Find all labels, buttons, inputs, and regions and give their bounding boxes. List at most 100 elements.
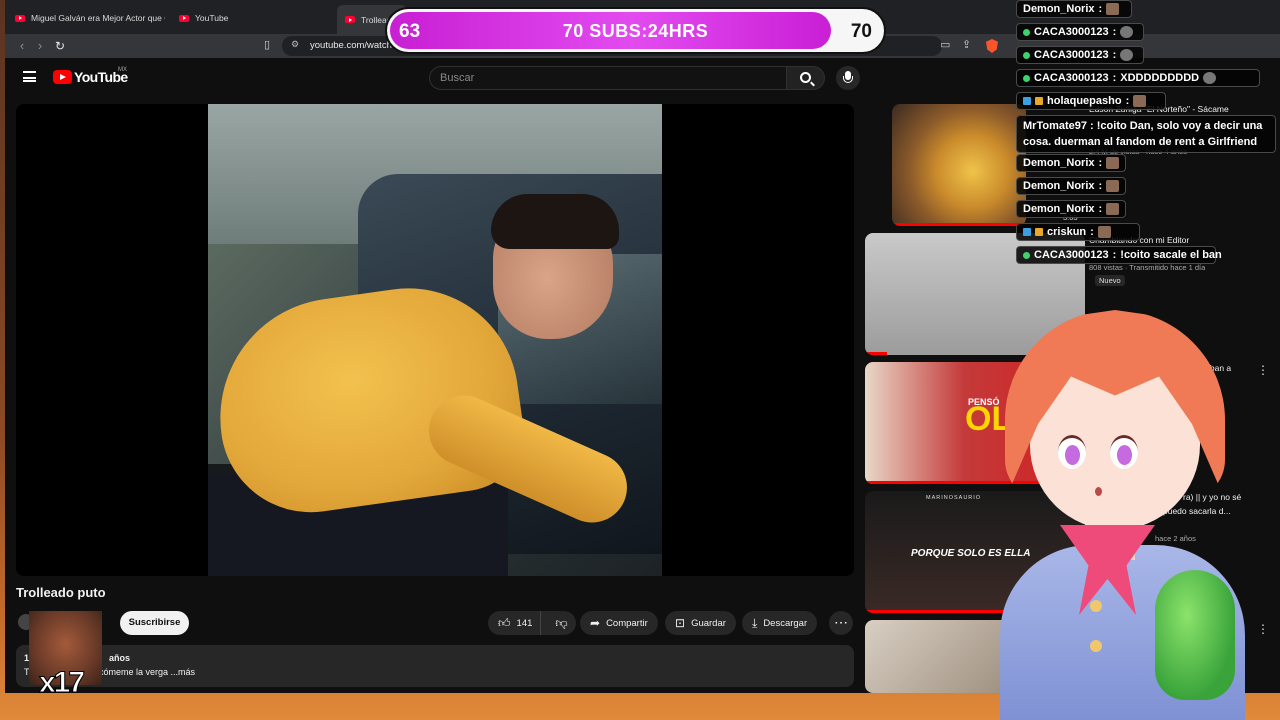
share-page-icon[interactable]: ⇪ xyxy=(962,38,971,51)
thumbs-up-icon: 👍︎ xyxy=(498,616,511,630)
back-arrow-icon[interactable]: ‹ xyxy=(13,37,31,55)
description-snippet: o cómeme la verga ...más xyxy=(91,667,196,677)
share-button[interactable]: ➦ Compartir xyxy=(580,611,658,635)
cam-multiplier-label: x17 xyxy=(38,666,85,700)
search-box[interactable] xyxy=(429,66,787,90)
description-meta-suffix: años xyxy=(109,653,131,663)
download-icon: ⤓ xyxy=(752,616,758,630)
chat-text: !coito sacale el ban xyxy=(1120,249,1222,261)
watch-progress-bar xyxy=(892,223,1026,226)
chat-message: CACA3000123: !coito sacale el ban xyxy=(1016,246,1222,264)
like-count: 141 xyxy=(516,617,533,629)
badge-icon xyxy=(1023,97,1031,105)
sub-goal-label: 70 SUBS:24HRS xyxy=(562,21,709,41)
sub-badge-icon xyxy=(1023,251,1030,259)
badge-icon xyxy=(1035,228,1043,236)
chat-username: Demon_Norix xyxy=(1023,157,1095,169)
emote-icon xyxy=(1106,3,1120,15)
brave-shield-icon[interactable] xyxy=(986,39,998,53)
avatar-mouth xyxy=(1095,487,1102,496)
site-info-icon[interactable]: ⚙ xyxy=(291,39,299,50)
subscribe-button[interactable]: Suscribirse xyxy=(120,611,189,635)
sub-goal-target: 70 xyxy=(850,21,872,42)
chat-username: criskun xyxy=(1047,226,1087,238)
emote-icon xyxy=(1097,226,1111,238)
video-title: Trolleado puto xyxy=(16,585,106,600)
youtube-favicon-icon xyxy=(345,16,355,23)
chat-username: CACA3000123 xyxy=(1034,49,1109,61)
share-arrow-icon: ➦ xyxy=(590,616,601,630)
emote-icon xyxy=(1106,203,1120,215)
thumbs-down-icon: 👎︎ xyxy=(555,615,568,630)
youtube-logo-icon[interactable] xyxy=(53,70,72,84)
tab-youtube[interactable]: YouTube xyxy=(179,7,329,29)
search-icon xyxy=(800,72,811,83)
tab-title: Miguel Galván era Mejor Actor que C xyxy=(31,13,165,23)
emote-icon xyxy=(1106,180,1120,192)
menu-icon[interactable] xyxy=(23,71,36,82)
description-box[interactable]: 1 años To cómeme la verga ...más xyxy=(16,645,854,687)
emote-icon xyxy=(1133,95,1147,107)
address-bar-url: youtube.com/watch xyxy=(310,40,392,51)
emote-icon xyxy=(1120,49,1134,61)
avatar-button xyxy=(1090,640,1102,652)
video-player[interactable] xyxy=(16,104,854,576)
chat-username: CACA3000123 xyxy=(1034,249,1109,261)
voice-search-button[interactable] xyxy=(836,66,860,90)
recommendation-thumbnail-1[interactable] xyxy=(892,104,1026,226)
person-torso xyxy=(208,274,532,524)
download-button[interactable]: ⤓ Descargar xyxy=(742,611,818,635)
share-label: Compartir xyxy=(606,617,648,629)
chat-message: CACA3000123: xyxy=(1016,23,1144,41)
save-button[interactable]: ⊡ Guardar xyxy=(665,611,736,635)
search-button[interactable] xyxy=(787,66,825,90)
chat-message: Demon_Norix: xyxy=(1016,0,1132,18)
sub-badge-icon xyxy=(1023,74,1030,82)
chat-username: Demon_Norix xyxy=(1023,3,1095,15)
person-hair xyxy=(491,194,619,249)
emote-icon xyxy=(1120,26,1134,38)
new-badge: Nuevo xyxy=(1095,275,1125,286)
avatar-button xyxy=(1090,600,1102,612)
cast-icon[interactable]: ▭ xyxy=(940,38,950,51)
dislike-button[interactable]: 👎︎ xyxy=(547,617,575,630)
bookmark-icon[interactable]: ▯ xyxy=(264,38,270,51)
more-actions-button[interactable]: ⋯ xyxy=(829,611,853,635)
chat-message: criskun: xyxy=(1016,223,1140,241)
youtube-favicon-icon xyxy=(179,14,189,22)
chat-message: Demon_Norix: xyxy=(1016,154,1126,172)
watch-progress-bar xyxy=(865,352,887,355)
region-code: MX xyxy=(118,67,127,73)
badge-icon xyxy=(1035,97,1043,105)
chat-message: MrTomate97 : !coito Dan, solo voy a deci… xyxy=(1016,115,1276,153)
sub-badge-icon xyxy=(1023,28,1030,36)
avatar-eye xyxy=(1110,435,1138,469)
tab-miguel-galvan[interactable]: Miguel Galván era Mejor Actor que C xyxy=(15,7,165,29)
chat-text: XDDDDDDDDD xyxy=(1120,72,1200,84)
download-label: Descargar xyxy=(763,617,808,629)
chat-message: Demon_Norix: xyxy=(1016,177,1126,195)
badge-icon xyxy=(1023,228,1031,236)
chat-message: Demon_Norix: xyxy=(1016,200,1126,218)
reload-icon[interactable]: ↻ xyxy=(51,37,69,55)
like-button[interactable]: 👍︎ 141 xyxy=(488,611,542,635)
emote-icon xyxy=(1106,157,1120,169)
emote-icon xyxy=(1203,72,1217,84)
forward-arrow-icon[interactable]: › xyxy=(31,37,49,55)
chat-message: holaquepasho: xyxy=(1016,92,1166,110)
save-bookmark-icon: ⊡ xyxy=(675,616,686,630)
chat-username: Demon_Norix xyxy=(1023,180,1095,192)
chat-username: CACA3000123 xyxy=(1034,26,1109,38)
chat-message: CACA3000123: xyxy=(1016,46,1144,64)
sub-goal-bar: 63 70 SUBS:24HRS 70 xyxy=(385,7,886,54)
vtuber-avatar xyxy=(960,300,1280,720)
like-dislike-group: 👍︎ 141 👎︎ xyxy=(488,611,576,635)
avatar-plush xyxy=(1155,570,1235,700)
search-input[interactable] xyxy=(440,70,770,86)
video-frame[interactable] xyxy=(208,104,662,576)
video-person xyxy=(208,174,639,576)
avatar-eye xyxy=(1058,435,1086,469)
chat-username: CACA3000123 xyxy=(1034,72,1109,84)
sub-badge-icon xyxy=(1023,51,1030,59)
chat-username: Demon_Norix xyxy=(1023,203,1095,215)
